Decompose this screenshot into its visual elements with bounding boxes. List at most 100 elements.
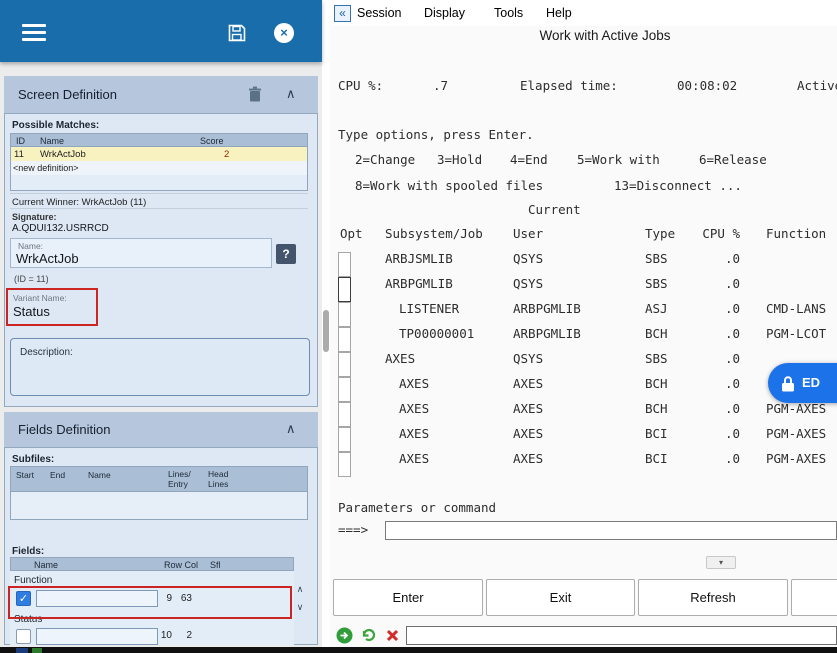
- refresh-icon[interactable]: [360, 626, 378, 644]
- collapse-section-icon[interactable]: ∧: [286, 421, 296, 437]
- job-name: AXES: [385, 351, 416, 366]
- divider: [10, 208, 308, 209]
- col-user: User: [513, 226, 544, 241]
- job-user: AXES: [513, 426, 544, 441]
- col-lines-entry: Lines/ Entry: [168, 469, 191, 489]
- match-id: 11: [14, 149, 24, 160]
- trash-icon[interactable]: [248, 86, 262, 102]
- possible-matches-label: Possible Matches:: [12, 120, 100, 131]
- job-user: AXES: [513, 401, 544, 416]
- job-type: BCH: [645, 376, 668, 391]
- job-type: SBS: [645, 276, 668, 291]
- command-prompt: ===>: [338, 522, 369, 537]
- field-checkbox-function[interactable]: ✓: [16, 591, 31, 606]
- job-row: AXES AXES BCH .0 PGM-AXES: [330, 396, 837, 427]
- menu-item-display[interactable]: Display: [424, 5, 465, 22]
- col-type: Type: [645, 226, 676, 241]
- scroll-up-icon[interactable]: ∧: [293, 583, 307, 596]
- job-type: SBS: [645, 251, 668, 266]
- option-13-disconnect: 13=Disconnect ...: [614, 178, 742, 193]
- col-name: Name: [40, 136, 65, 146]
- col-subsystem-job: Subsystem/Job: [385, 226, 483, 241]
- job-name: ARBPGMLIB: [385, 276, 453, 291]
- col-end: End: [50, 470, 66, 480]
- menu-item-session[interactable]: Session: [357, 5, 401, 22]
- option-5-work-with: 5=Work with: [577, 152, 660, 167]
- connect-icon[interactable]: [336, 627, 353, 644]
- collapse-panel-button[interactable]: «: [334, 5, 351, 22]
- screen-definition-title: Screen Definition: [18, 87, 117, 102]
- job-name: ARBJSMLIB: [385, 251, 453, 266]
- description-label: Description:: [20, 347, 73, 358]
- job-cpu: .0: [724, 451, 740, 466]
- collapse-section-icon[interactable]: ∧: [286, 86, 296, 102]
- option-8-spooled: 8=Work with spooled files: [355, 178, 544, 193]
- refresh-button[interactable]: Refresh: [638, 579, 788, 616]
- panel-splitter[interactable]: [323, 310, 329, 352]
- scroll-down-icon[interactable]: ∨: [293, 601, 307, 614]
- subfiles-label: Subfiles:: [12, 454, 55, 465]
- job-type: SBS: [645, 351, 668, 366]
- id-note: (ID = 11): [14, 274, 49, 284]
- enter-button[interactable]: Enter: [333, 579, 483, 616]
- col-head-lines: Head Lines: [208, 469, 229, 489]
- lock-icon: [782, 376, 794, 392]
- opt-checkbox[interactable]: [338, 452, 351, 477]
- job-type: BCH: [645, 401, 668, 416]
- job-name: AXES: [399, 451, 430, 466]
- hamburger-menu-icon[interactable]: [22, 24, 46, 41]
- job-function: PGM-AXES: [766, 426, 827, 441]
- col-start: Start: [16, 470, 34, 480]
- field-col-status: 2: [186, 630, 192, 641]
- job-cpu: .0: [724, 326, 740, 341]
- fields-definition-title: Fields Definition: [18, 422, 111, 437]
- variant-name-label: Variant Name:: [13, 293, 67, 303]
- field-row-function: 9: [166, 593, 172, 604]
- disconnect-icon[interactable]: [386, 629, 399, 642]
- match-score: 2: [224, 149, 230, 160]
- parameters-label: Parameters or command: [338, 500, 497, 515]
- job-user: AXES: [513, 376, 544, 391]
- name-input[interactable]: [16, 250, 236, 266]
- job-type: ASJ: [645, 301, 668, 316]
- divider: [10, 193, 308, 194]
- field-name-input-status[interactable]: [36, 628, 158, 645]
- variant-name-input[interactable]: [13, 303, 89, 320]
- taskbar-icon: [32, 648, 42, 653]
- col-cpu: CPU %: [702, 226, 740, 241]
- job-function: PGM-LCOT: [766, 326, 827, 341]
- help-button[interactable]: ?: [276, 244, 296, 264]
- job-user: QSYS: [513, 351, 544, 366]
- menu-item-tools[interactable]: Tools: [494, 5, 523, 22]
- field-name-input-function[interactable]: [36, 590, 158, 607]
- close-icon[interactable]: ×: [274, 23, 294, 43]
- job-user: ARBPGMLIB: [513, 301, 581, 316]
- job-cpu: .0: [724, 251, 740, 266]
- job-cpu: .0: [724, 276, 740, 291]
- field-col-function: 63: [180, 593, 192, 604]
- edit-lock-button[interactable]: ED: [768, 363, 837, 403]
- cpu-value: .7: [432, 78, 448, 93]
- option-3-hold: 3=Hold: [437, 152, 483, 167]
- col-opt: Opt: [340, 226, 363, 241]
- command-input[interactable]: [385, 521, 837, 540]
- job-type: BCI: [645, 451, 668, 466]
- option-6-release: 6=Release: [699, 152, 767, 167]
- job-row: TP00000001 ARBPGMLIB BCH .0 PGM-LCOT: [330, 321, 837, 352]
- partial-button[interactable]: [791, 579, 837, 616]
- edit-badge-label: ED: [802, 375, 821, 390]
- exit-button[interactable]: Exit: [486, 579, 635, 616]
- job-row: AXES QSYS SBS .0: [330, 346, 837, 377]
- status-bar-input[interactable]: [406, 626, 837, 645]
- fields-label: Fields:: [12, 546, 45, 557]
- job-function: PGM-AXES: [766, 451, 827, 466]
- job-row: AXES AXES BCI .0 PGM-AXES: [330, 446, 837, 477]
- field-checkbox-status[interactable]: [16, 629, 31, 644]
- option-4-end: 4=End: [510, 152, 548, 167]
- collapse-buttons-toggle[interactable]: ▾: [706, 556, 736, 569]
- save-icon[interactable]: [228, 24, 246, 42]
- field-group-function: Function: [14, 575, 53, 586]
- menu-item-help[interactable]: Help: [546, 5, 572, 22]
- job-row: AXES AXES BCI .0 PGM-AXES: [330, 421, 837, 452]
- job-user: ARBPGMLIB: [513, 326, 581, 341]
